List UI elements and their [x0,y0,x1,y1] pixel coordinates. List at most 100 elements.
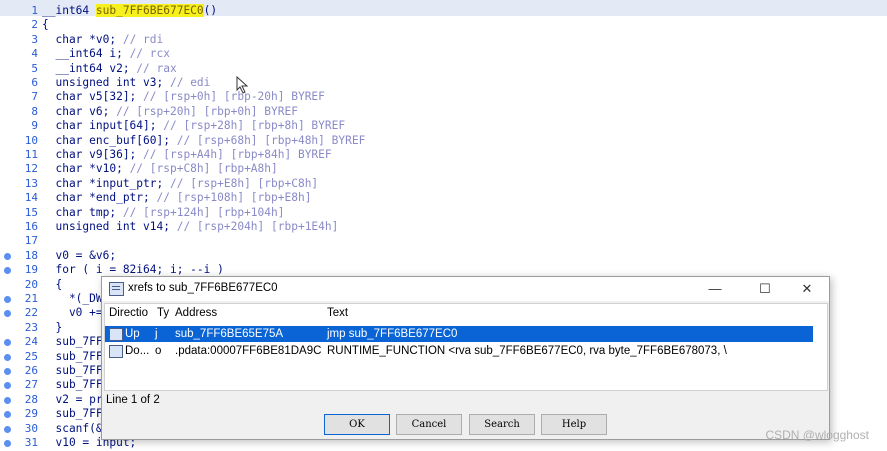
code-line[interactable]: 10 char enc_buf[60]; // [rsp+68h] [rbp+4… [0,134,887,148]
breakpoint-dot-icon[interactable] [4,368,11,375]
breakpoint-dot-icon[interactable] [4,296,11,303]
code-line[interactable]: 6 unsigned int v3; // edi [0,76,887,90]
column-header-direction[interactable]: Directio [109,307,148,319]
code-line[interactable]: 12 char *v10; // [rsp+C8h] [rbp+A8h] [0,162,887,176]
code-statement: { [42,277,63,291]
line-number: 30 [24,421,38,435]
line-number: 6 [31,76,38,89]
code-comment: // [rsp+124h] [rbp+104h] [122,205,285,219]
maximize-button[interactable]: ☐ [743,277,787,301]
code-text: } [42,321,62,335]
breakpoint-dot-icon[interactable] [4,252,11,260]
code-text: unsigned int v14; // [rsp+204h] [rbp+1E4… [42,220,338,234]
code-text: __int64 i; // rcx [42,47,170,61]
breakpoint-dot-icon[interactable] [4,396,11,404]
minimize-button[interactable]: — [693,277,737,301]
code-statement: sub_7FF [42,407,103,421]
breakpoint-dot-icon[interactable] [4,425,11,433]
breakpoint-dot-icon[interactable] [4,267,11,275]
code-comment: // [rsp+E8h] [rbp+C8h] [169,176,319,190]
line-number: 28 [24,392,38,406]
code-comment: // edi [169,76,211,89]
line-number: 4 [31,47,38,61]
code-line[interactable]: 13 char *input_ptr; // [rsp+E8h] [rbp+C8… [0,177,887,191]
line-number: 25 [24,349,38,363]
code-comment: // rdi [122,32,164,46]
code-statement: v0 += [42,306,103,320]
column-header-type[interactable]: Ty [157,307,169,319]
code-text: char input[64]; // [rsp+28h] [rbp+8h] BY… [42,119,345,133]
line-number: 13 [24,176,38,190]
xrefs-list[interactable]: Directio Ty Address Text Up j sub_7FF6BE… [104,303,828,391]
close-button[interactable]: ✕ [785,277,829,301]
code-line[interactable]: 14 char *end_ptr; // [rsp+108h] [rbp+E8h… [0,191,887,205]
code-line[interactable]: 2{ [0,18,887,32]
code-statement: unsigned int v14; [42,220,177,233]
status-line: Line 1 of 2 [106,394,160,406]
xref-text: jmp sub_7FF6BE677EC0 [327,328,458,340]
code-statement: char *end_ptr; [42,191,157,205]
code-text: __int64 sub_7FF6BE677EC0() [42,4,217,18]
code-text: sub_7FF [42,407,103,421]
highlighted-function-name[interactable]: sub_7FF6BE677EC0 [95,4,204,17]
code-statement: scanf(& [42,421,103,435]
xref-row[interactable]: Up j sub_7FF6BE65E75A jmp sub_7FF6BE677E… [105,326,813,342]
line-number: 3 [31,32,38,46]
code-line[interactable]: 7 char v5[32]; // [rsp+0h] [rbp-20h] BYR… [0,90,887,104]
line-number: 22 [24,306,38,320]
dialog-titlebar[interactable]: xrefs to sub_7FF6BE677EC0 — ☐ ✕ [102,277,829,301]
code-comment: // [rsp+28h] [rbp+8h] BYREF [163,119,346,133]
breakpoint-dot-icon[interactable] [4,353,11,361]
xref-row[interactable]: Do... o .pdata:00007FF6BE81DA9C RUNTIME_… [105,343,813,359]
ok-button[interactable]: OK [324,414,390,435]
code-line[interactable]: 5 __int64 v2; // rax [0,62,887,76]
code-statement: for ( i = 82i64; i; --i ) [42,263,224,277]
code-text: { [42,18,49,32]
code-statement: sub_7FF [42,364,103,377]
line-number: 10 [24,133,38,147]
code-text: char *v10; // [rsp+C8h] [rbp+A8h] [42,162,277,176]
help-button[interactable]: Help [541,414,607,435]
breakpoint-dot-icon[interactable] [4,310,11,318]
line-number: 17 [24,234,38,248]
xref-type: o [155,345,162,357]
xrefs-window-icon [109,282,124,296]
code-statement: __int64 i; [42,47,130,61]
code-statement: sub_7FF [42,378,103,392]
code-line[interactable]: 15 char tmp; // [rsp+124h] [rbp+104h] [0,206,887,220]
breakpoint-dot-icon[interactable] [4,440,11,447]
code-statement: sub_7FF [42,349,103,363]
column-header-text[interactable]: Text [327,307,348,319]
breakpoint-dot-icon[interactable] [4,382,11,390]
xref-text: RUNTIME_FUNCTION <rva sub_7FF6BE677EC0, … [327,345,727,357]
code-statement: char v6; [42,104,117,118]
code-statement: { [42,18,49,32]
code-line[interactable]: 11 char v9[36]; // [rsp+A4h] [rbp+84h] B… [0,148,887,162]
line-number: 27 [24,378,38,392]
code-text: char *v0; // rdi [42,33,163,47]
code-statement: char v9[36]; [42,148,144,161]
breakpoint-dot-icon[interactable] [4,411,11,419]
code-line[interactable]: 18 v0 = &v6; [0,249,887,263]
code-line[interactable]: 4 __int64 i; // rcx [0,47,887,61]
xrefs-dialog: xrefs to sub_7FF6BE677EC0 — ☐ ✕ Directio… [101,276,830,440]
search-button[interactable]: Search [469,414,535,435]
breakpoint-dot-icon[interactable] [4,339,11,347]
column-header-address[interactable]: Address [175,307,217,319]
line-number: 26 [24,364,38,377]
code-text: *(_DW [42,292,103,306]
line-number: 14 [24,191,38,205]
code-text: sub_7FF [42,349,103,364]
code-statement: v0 = &v6; [42,248,117,262]
code-line[interactable]: 17 [0,234,887,248]
code-comment: // [rsp+204h] [rbp+1E4h] [176,220,339,233]
line-number: 7 [31,90,38,104]
code-line[interactable]: 8 char v6; // [rsp+20h] [rbp+0h] BYREF [0,105,887,119]
code-line[interactable]: 9 char input[64]; // [rsp+28h] [rbp+8h] … [0,119,887,133]
watermark: CSDN @wlogghost [765,428,869,442]
code-line[interactable]: 16 unsigned int v14; // [rsp+204h] [rbp+… [0,220,887,234]
code-text: char *end_ptr; // [rsp+108h] [rbp+E8h] [42,191,311,205]
cancel-button[interactable]: Cancel [396,414,462,435]
code-line[interactable]: 3 char *v0; // rdi [0,33,887,47]
code-line[interactable]: 1 __int64 sub_7FF6BE677EC0() [0,4,887,18]
